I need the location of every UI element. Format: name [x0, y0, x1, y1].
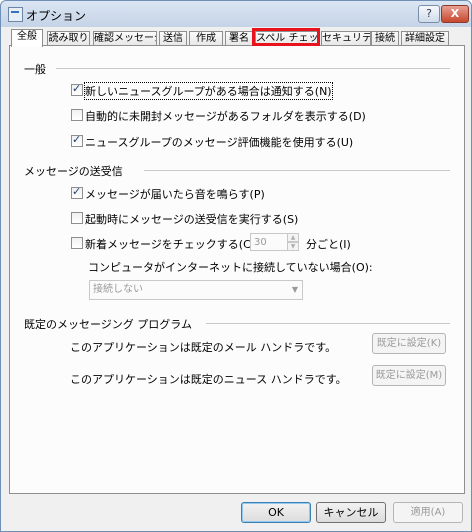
default-news-text: このアプリケーションは既定のニュース ハンドラです。 [70, 373, 347, 386]
send-receive-startup-label[interactable]: 起動時にメッセージの送受信を実行する(S) [85, 211, 298, 227]
play-sound-label[interactable]: メッセージが届いたら音を鳴らす(P) [85, 186, 265, 202]
tab-signatures[interactable]: 署名 [225, 31, 253, 46]
default-mail-text: このアプリケーションは既定のメール ハンドラです。 [70, 341, 337, 354]
notify-newsgroups-label[interactable]: 新しいニュースグループがある場合は通知する(N) [84, 82, 333, 100]
send-receive-heading: メッセージの送受信 [24, 165, 123, 178]
tab-receipts[interactable]: 確認メッセージ [93, 31, 157, 46]
newsgroup-rating-checkbox[interactable] [71, 133, 83, 147]
app-icon [8, 7, 23, 22]
show-unread-folders-label[interactable]: 自動的に未開封メッセージがあるフォルダを表示する(D) [85, 108, 366, 124]
tab-connection[interactable]: 接続 [371, 31, 399, 46]
notify-newsgroups-checkbox[interactable] [71, 82, 83, 96]
default-program-separator [206, 323, 450, 324]
tab-panel: 一般 新しいニュースグループがある場合は通知する(N) 自動的に未開封メッセージ… [9, 45, 465, 494]
set-default-news-button[interactable]: 既定に設定(M) [372, 365, 446, 386]
check-new-messages-label[interactable]: 新着メッセージをチェックする(C) [85, 236, 255, 252]
newsgroup-rating-label[interactable]: ニュースグループのメッセージ評価機能を使用する(U) [85, 134, 353, 150]
send-receive-startup-checkbox[interactable] [71, 212, 83, 224]
chevron-down-icon: ▼ [291, 285, 298, 294]
interval-up-arrow[interactable]: ▲ [287, 233, 299, 242]
apply-button[interactable]: 適用(A) [393, 502, 463, 523]
interval-unit-label: 分ごと(I) [306, 238, 351, 251]
interval-down-arrow[interactable]: ▼ [287, 242, 299, 251]
offline-select[interactable]: 接続しない ▼ [89, 280, 303, 300]
highlight-box [252, 28, 320, 46]
options-dialog: オプション ? X 全般 読み取り 確認メッセージ 送信 作成 署名 スペル チ… [0, 0, 472, 532]
default-program-heading: 既定のメッセージング プログラム [24, 318, 192, 331]
set-default-mail-button[interactable]: 既定に設定(K) [372, 333, 446, 354]
general-separator [56, 68, 450, 69]
close-button[interactable]: X [441, 5, 469, 23]
help-button[interactable]: ? [418, 5, 440, 23]
play-sound-checkbox[interactable] [71, 185, 83, 199]
window-title: オプション [26, 9, 87, 23]
tab-general[interactable]: 全般 [11, 29, 43, 47]
tab-security[interactable]: セキュリティ [321, 31, 371, 46]
offline-label: コンピュータがインターネットに接続していない場合(O): [88, 261, 373, 274]
tab-send[interactable]: 送信 [159, 31, 187, 46]
ok-button[interactable]: OK [241, 502, 311, 523]
interval-input[interactable]: 30 [250, 233, 288, 251]
check-new-messages-checkbox[interactable] [71, 237, 83, 249]
tab-advanced[interactable]: 詳細設定 [401, 31, 449, 46]
tab-compose[interactable]: 作成 [189, 31, 223, 46]
title-bar: オプション ? X [1, 1, 471, 27]
send-receive-separator [144, 170, 450, 171]
general-heading: 一般 [24, 63, 46, 76]
offline-select-value: 接続しない [93, 284, 143, 295]
tab-read[interactable]: 読み取り [47, 31, 90, 46]
show-unread-folders-checkbox[interactable] [71, 109, 83, 121]
cancel-button[interactable]: キャンセル [316, 502, 386, 523]
